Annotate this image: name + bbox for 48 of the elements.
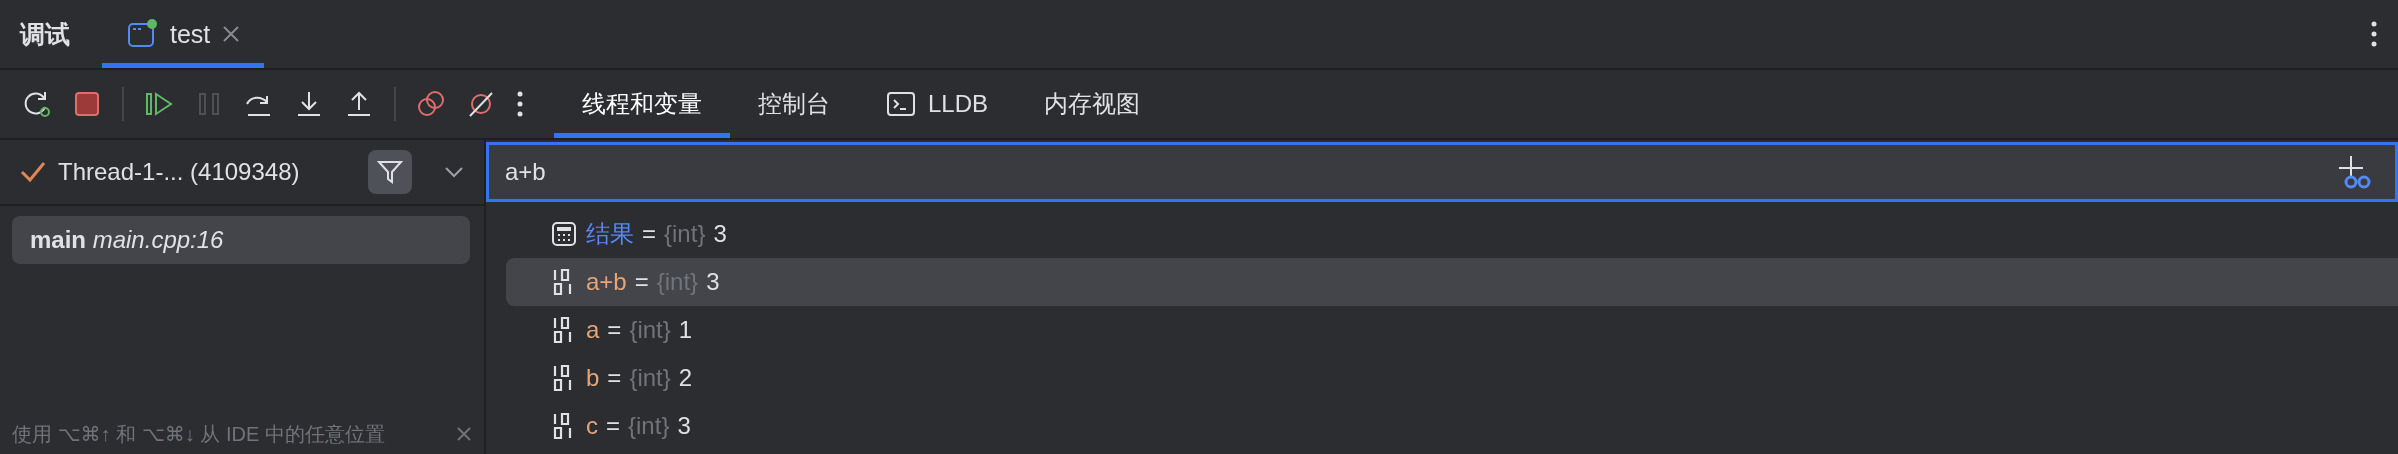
hint-text: 使用 ⌥⌘↑ 和 ⌥⌘↓ 从 IDE 中的任意位置 — [12, 421, 386, 447]
panel-tab[interactable]: LLDB — [858, 70, 1017, 138]
stop-icon[interactable] — [72, 89, 102, 119]
window-icon — [126, 18, 158, 50]
panel-title: 调试 — [20, 18, 70, 50]
calculator-icon — [550, 220, 578, 248]
check-icon — [20, 161, 46, 183]
filter-button[interactable] — [368, 150, 412, 194]
variable-row[interactable]: c = {int} 3 — [506, 402, 2398, 450]
terminal-icon — [886, 91, 916, 117]
thread-selector[interactable]: Thread-1-... (4109348) — [58, 158, 356, 186]
variable-row[interactable]: a = {int} 1 — [506, 306, 2398, 354]
breakpoints-icon[interactable] — [416, 89, 446, 119]
equals-sign: = — [642, 220, 656, 248]
more-icon[interactable] — [516, 89, 524, 119]
rerun-debug-icon[interactable] — [22, 89, 52, 119]
variable-type: {int} — [628, 412, 670, 440]
variable-name: 结果 — [586, 219, 634, 249]
resume-icon[interactable] — [144, 89, 174, 119]
close-icon[interactable] — [456, 426, 472, 442]
variable-name: a — [586, 316, 600, 344]
equals-sign: = — [606, 412, 620, 440]
equals-sign: = — [607, 316, 622, 344]
equals-sign: = — [634, 268, 649, 296]
variable-type: {int} — [664, 220, 706, 248]
variable-type: {int} — [629, 316, 671, 344]
variable-row[interactable]: 结果 = {int} 3 — [506, 210, 2398, 258]
chevron-down-icon[interactable] — [444, 166, 464, 178]
session-tab[interactable]: test — [102, 0, 265, 68]
more-icon[interactable] — [2370, 19, 2378, 49]
variable-name: c — [586, 412, 598, 440]
panel-tab[interactable]: 控制台 — [730, 70, 858, 138]
variable-value: 1 — [678, 316, 693, 344]
variable-value: 2 — [678, 364, 693, 392]
evaluate-field-frame[interactable]: a+b — [486, 142, 2398, 202]
filter-icon — [377, 159, 403, 185]
variable-name: a+b — [586, 268, 627, 296]
variable-name: b — [586, 364, 600, 392]
panel-tab[interactable]: 内存视图 — [1016, 70, 1169, 138]
close-icon[interactable] — [222, 25, 241, 43]
evaluate-field[interactable]: a+b — [505, 158, 2335, 186]
stack-frame[interactable]: main main.cpp:16 — [12, 216, 470, 264]
variable-row[interactable]: b = {int} 2 — [506, 354, 2398, 402]
variable-value: 3 — [713, 220, 727, 248]
variable-value: 3 — [677, 412, 691, 440]
variable-type: {int} — [629, 364, 671, 392]
equals-sign: = — [607, 364, 622, 392]
variable-value: 3 — [706, 268, 720, 296]
